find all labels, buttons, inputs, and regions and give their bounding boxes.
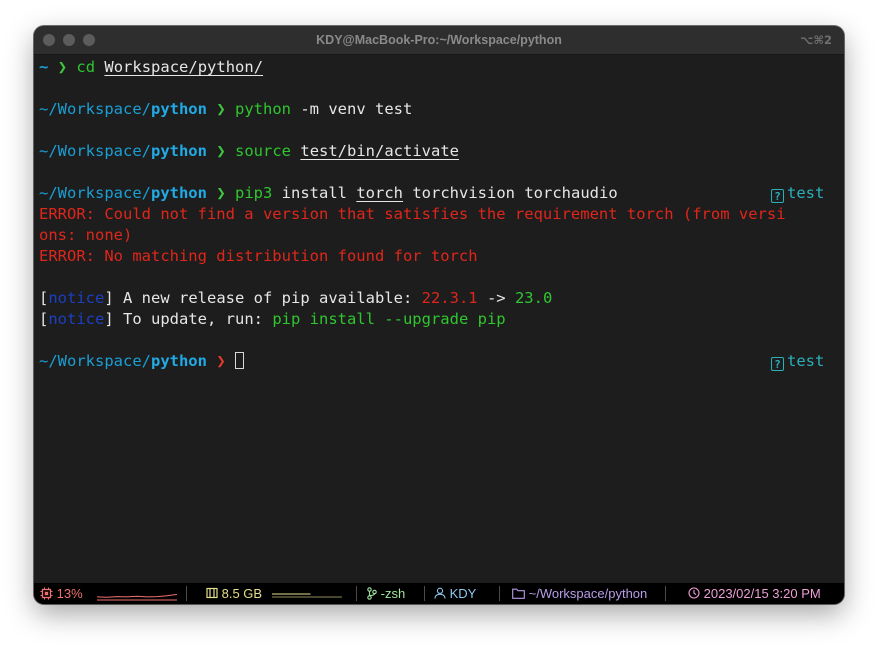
clock-icon bbox=[688, 587, 700, 599]
prompt-chevron: ❯ bbox=[216, 184, 226, 202]
cpu-percent: 13% bbox=[56, 586, 83, 601]
user-name: KDY bbox=[449, 586, 477, 601]
error-line: ons: none) bbox=[39, 226, 133, 244]
notice-text: A new release of pip available: bbox=[113, 289, 422, 307]
command-args: torchvision torchaudio bbox=[403, 184, 618, 202]
title-bar: KDY@MacBook-Pro:~/Workspace/python ⌥⌘2 bbox=[34, 26, 844, 55]
bracket: [ bbox=[39, 310, 49, 328]
path-status[interactable]: ~/Workspace/python bbox=[512, 586, 647, 602]
terminal-window: KDY@MacBook-Pro:~/Workspace/python ⌥⌘2 ~… bbox=[34, 26, 844, 604]
terminal-output[interactable]: ~ ❯ cd Workspace/python/ ~/Workspace/pyt… bbox=[39, 57, 839, 372]
notice-line: [notice] A new release of pip available:… bbox=[39, 288, 839, 309]
prompt-current-dir: python bbox=[150, 184, 207, 202]
question-icon: ? bbox=[771, 357, 784, 371]
question-icon: ? bbox=[771, 189, 784, 203]
terminal-line: ~/Workspace/python ❯ python -m venv test bbox=[39, 99, 839, 120]
command-args: install bbox=[272, 184, 357, 202]
command-name: cd bbox=[76, 58, 96, 76]
bracket: [ bbox=[39, 289, 49, 307]
command-name: pip3 bbox=[235, 184, 273, 202]
prompt-chevron: ❯ bbox=[57, 58, 68, 76]
notice-tag: notice bbox=[48, 310, 105, 328]
date-time: 2023/02/15 3:20 PM bbox=[703, 586, 821, 601]
prompt-current-dir: python bbox=[150, 142, 207, 160]
prompt-dir: ~/Workspace/ bbox=[39, 184, 151, 202]
status-divider bbox=[424, 586, 425, 601]
command-arg: torch bbox=[356, 184, 404, 202]
window-title: KDY@MacBook-Pro:~/Workspace/python bbox=[316, 33, 562, 47]
venv-name: test bbox=[787, 184, 825, 202]
venv-indicator: ? test bbox=[771, 183, 824, 204]
upgrade-command: pip install --upgrade pip bbox=[272, 310, 506, 328]
bracket: ] bbox=[104, 289, 114, 307]
window-shortcut: ⌥⌘2 bbox=[800, 33, 832, 47]
shell-status[interactable]: -zsh bbox=[367, 586, 405, 602]
user-icon bbox=[434, 587, 446, 599]
notice-tag: notice bbox=[48, 289, 105, 307]
notice-line: [notice] To update, run: pip install --u… bbox=[39, 309, 839, 330]
old-version: 22.3.1 bbox=[421, 289, 478, 307]
bracket: ] bbox=[104, 310, 114, 328]
text-cursor[interactable] bbox=[235, 352, 245, 369]
cpu-icon bbox=[40, 587, 53, 600]
prompt-dir: ~ bbox=[39, 58, 49, 76]
prompt-dir: ~/Workspace/ bbox=[39, 100, 151, 118]
prompt-chevron: ❯ bbox=[216, 100, 226, 118]
prompt-dir: ~/Workspace/ bbox=[39, 352, 151, 370]
version-arrow: -> bbox=[477, 289, 515, 307]
shell-name: -zsh bbox=[380, 586, 406, 601]
memory-usage-bar bbox=[272, 593, 342, 598]
command-arg: Workspace/python/ bbox=[104, 58, 264, 76]
terminal-line: ~/Workspace/python ❯ source test/bin/act… bbox=[39, 141, 839, 162]
prompt-current-dir: python bbox=[150, 352, 207, 370]
notice-text: To update, run: bbox=[113, 310, 273, 328]
status-bar: 13% 8.5 GB -zsh KDY ~/Workspace/python 2… bbox=[34, 583, 844, 604]
error-line: ERROR: No matching distribution found fo… bbox=[39, 247, 478, 265]
command-name: source bbox=[235, 142, 292, 160]
terminal-line: ~ ❯ cd Workspace/python/ bbox=[39, 57, 839, 78]
status-divider bbox=[356, 586, 357, 601]
error-line: ERROR: Could not find a version that sat… bbox=[39, 205, 786, 223]
active-prompt-line[interactable]: ~/Workspace/python ❯ ? test bbox=[39, 351, 839, 372]
folder-icon bbox=[512, 588, 525, 599]
current-path: ~/Workspace/python bbox=[528, 586, 648, 601]
cpu-status[interactable]: 13% bbox=[40, 586, 83, 602]
clock-status[interactable]: 2023/02/15 3:20 PM bbox=[688, 586, 821, 602]
cpu-sparkline bbox=[97, 593, 177, 601]
memory-icon bbox=[206, 587, 218, 599]
command-arg: test/bin/activate bbox=[300, 142, 459, 160]
status-divider bbox=[665, 586, 666, 601]
prompt-current-dir: python bbox=[150, 100, 207, 118]
terminal-line: ~/Workspace/python ❯ pip3 install torch … bbox=[39, 183, 839, 204]
venv-indicator: ? test bbox=[771, 351, 824, 372]
status-divider bbox=[499, 586, 500, 601]
prompt-chevron: ❯ bbox=[216, 352, 226, 370]
new-version: 23.0 bbox=[514, 289, 553, 307]
command-name: python bbox=[235, 100, 292, 118]
memory-status[interactable]: 8.5 GB bbox=[206, 586, 262, 602]
status-divider bbox=[186, 586, 187, 601]
venv-name: test bbox=[787, 352, 825, 370]
command-args: -m venv test bbox=[291, 100, 413, 118]
user-status[interactable]: KDY bbox=[434, 586, 476, 602]
branch-icon bbox=[367, 587, 377, 600]
memory-used: 8.5 GB bbox=[221, 586, 263, 601]
prompt-dir: ~/Workspace/ bbox=[39, 142, 151, 160]
prompt-chevron: ❯ bbox=[216, 142, 226, 160]
cpu-sparkline-line bbox=[97, 593, 177, 598]
